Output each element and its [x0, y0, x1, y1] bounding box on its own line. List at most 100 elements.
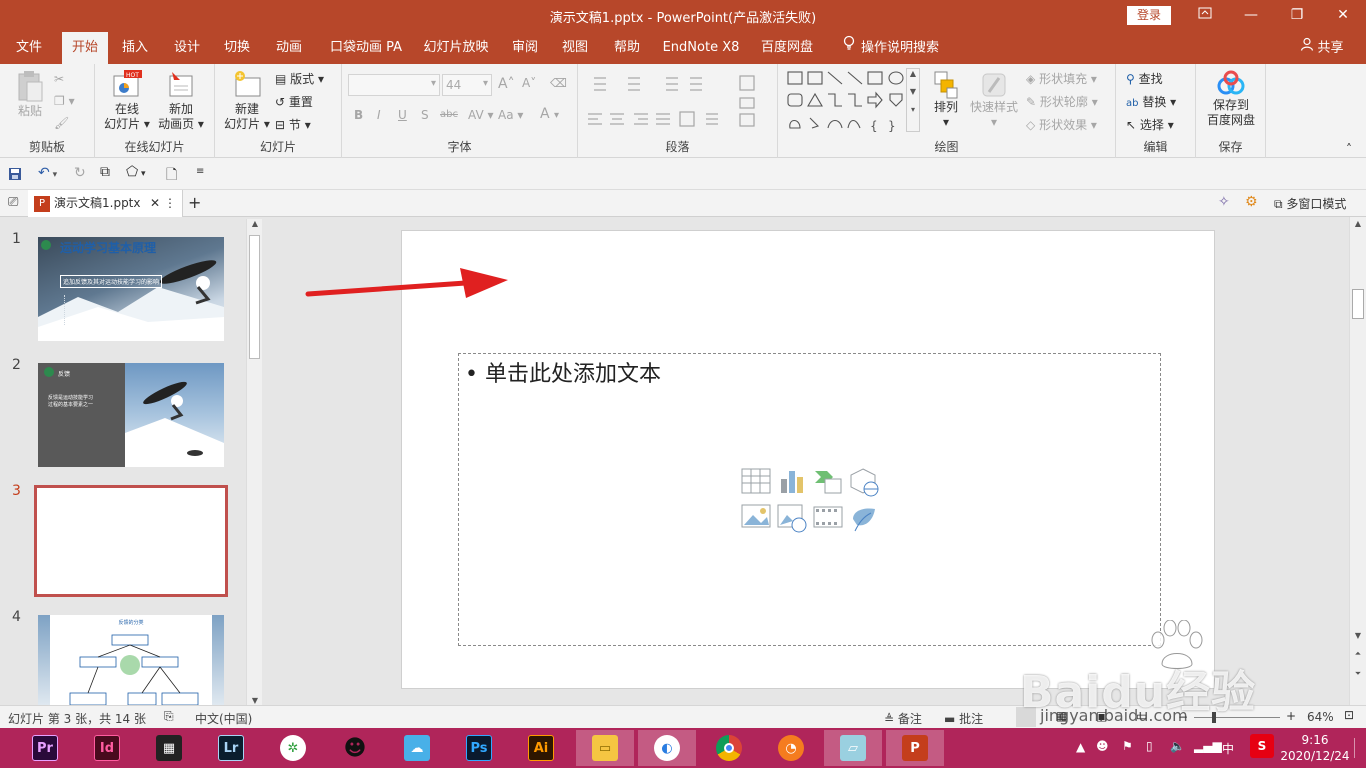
slide-thumbnail-4[interactable]: 反馈的分类 — [38, 615, 224, 705]
grow-font-icon[interactable]: A˄ — [498, 76, 515, 92]
language-status[interactable]: 中文(中国) — [195, 710, 252, 727]
thumbnail-scrollbar[interactable]: ▲ ▼ — [246, 219, 262, 705]
save-icon[interactable] — [8, 167, 22, 181]
insert-chart-icon[interactable] — [777, 467, 807, 495]
font-size-combo[interactable]: 44 ▾ — [442, 74, 492, 96]
previous-slide-icon[interactable]: ⏶ — [1350, 649, 1366, 659]
shapes-gallery[interactable]: {} — [786, 70, 926, 136]
tab-insert[interactable]: 插入 — [114, 32, 156, 64]
slide-thumbnail-2[interactable]: 反馈 反馈是运动技能学习 过程的基本要素之一 — [38, 363, 224, 467]
ribbon-display-options-icon[interactable] — [1182, 0, 1228, 32]
arrange-button[interactable]: 排列 ▾ — [928, 70, 964, 130]
app-taskbar-button[interactable]: ✲ — [264, 730, 322, 766]
close-tab-icon[interactable]: ✕ — [150, 190, 160, 217]
tab-help[interactable]: 帮助 — [606, 32, 648, 64]
tab-review[interactable]: 审阅 — [504, 32, 546, 64]
tab-view[interactable]: 视图 — [554, 32, 596, 64]
insert-online-picture-icon[interactable] — [777, 503, 807, 533]
change-case-button[interactable]: Aa ▾ — [498, 108, 523, 122]
zoom-level[interactable]: 64% — [1307, 710, 1334, 724]
shapes-gallery-scroll[interactable]: ▲ ▼ ▾ — [906, 68, 920, 132]
notes-app-taskbar-button[interactable]: ▱ — [824, 730, 882, 766]
network-error-icon[interactable]: ⚑ — [1122, 739, 1133, 753]
video-editor-taskbar-button[interactable]: ▦ — [140, 730, 198, 766]
photoshop-taskbar-button[interactable]: Ps — [450, 730, 508, 766]
document-tab[interactable]: P 演示文稿1.pptx ✕ ⋮ — [28, 190, 183, 217]
illustrator-taskbar-button[interactable]: Ai — [512, 730, 570, 766]
sogou-input-icon[interactable]: S — [1250, 734, 1274, 758]
quick-styles-button[interactable]: 快速样式 ▾ — [968, 70, 1020, 130]
slide-thumbnail-1[interactable]: 运动学习基本原理 追加反馈及其对运动技能学习的影响 — [38, 237, 224, 341]
online-slide-button[interactable]: HOT 在线 幻灯片 ▾ — [101, 68, 153, 132]
premiere-taskbar-button[interactable]: Pr — [16, 730, 74, 766]
underline-button[interactable]: U — [398, 108, 407, 122]
powerpoint-taskbar-button[interactable]: P — [886, 730, 944, 766]
magic-wand-icon[interactable]: ✧ — [1218, 194, 1230, 210]
qq-taskbar-button[interactable]: ☻ — [326, 730, 384, 766]
spell-check-icon[interactable]: ⎘ — [164, 709, 174, 724]
section-button[interactable]: ⊟ 节 ▾ — [275, 116, 311, 133]
placeholder-text[interactable]: • 单击此处添加文本 — [465, 356, 661, 388]
font-size-dropdown-icon[interactable]: ▾ — [483, 78, 488, 89]
strikethrough-button[interactable]: abc — [440, 109, 458, 120]
zoom-in-icon[interactable]: + — [1286, 709, 1296, 723]
insert-icon-icon[interactable] — [849, 503, 879, 533]
slideshow-from-start-icon[interactable]: ⧉ — [100, 164, 110, 180]
new-animation-page-button[interactable]: 新加 动画页 ▾ — [155, 68, 207, 132]
thumbnail-scroll-thumb[interactable] — [249, 235, 260, 359]
tab-slideshow[interactable]: 幻灯片放映 — [418, 32, 494, 64]
fit-to-window-icon[interactable]: ⊡ — [1344, 708, 1354, 722]
minimize-button[interactable]: — — [1228, 0, 1274, 32]
lightroom-taskbar-button[interactable]: Lr — [202, 730, 260, 766]
collapse-ribbon-icon[interactable]: ˄ — [1346, 142, 1352, 156]
shadow-button[interactable]: S — [421, 108, 429, 122]
slide-scroll-thumb[interactable] — [1352, 289, 1364, 319]
slide-thumbnail-3-selected[interactable] — [34, 485, 228, 597]
new-document-icon[interactable]: 🗋 — [166, 164, 177, 188]
layout-button[interactable]: ▤ 版式 ▾ — [275, 70, 324, 87]
show-desktop-button[interactable] — [1354, 738, 1364, 758]
file-explorer-taskbar-button[interactable]: ▭ — [576, 730, 634, 766]
restore-button[interactable]: ❐ — [1274, 0, 1320, 32]
cut-icon[interactable]: ✂ — [54, 72, 64, 86]
char-spacing-button[interactable]: AV ▾ — [468, 108, 494, 122]
comments-button[interactable]: ▬ 批注 — [944, 710, 983, 727]
shape-fill-button[interactable]: ◈ 形状填充 ▾ — [1026, 70, 1097, 87]
content-placeholder[interactable]: • 单击此处添加文本 — [458, 353, 1161, 646]
volume-icon[interactable]: 🔈 — [1170, 739, 1185, 753]
find-button[interactable]: ⚲ 查找 — [1126, 70, 1163, 87]
select-button[interactable]: ↖ 选择 ▾ — [1126, 116, 1174, 133]
shape-picker-icon[interactable]: ⬠ ▾ — [126, 164, 146, 180]
paste-button[interactable]: 粘贴 — [12, 70, 48, 119]
paragraph-tools-icon[interactable] — [584, 72, 770, 132]
shape-effects-button[interactable]: ◇ 形状效果 ▾ — [1026, 116, 1097, 133]
ime-indicator[interactable]: 中 — [1222, 740, 1234, 757]
notes-button[interactable]: ≜ 备注 — [884, 710, 922, 727]
chat-taskbar-button[interactable]: ☁ — [388, 730, 446, 766]
next-slide-icon[interactable]: ⏷ — [1350, 669, 1366, 679]
tab-baidu-netdisk[interactable]: 百度网盘 — [754, 32, 820, 64]
battery-icon[interactable]: ▯ — [1146, 739, 1153, 753]
copy-icon[interactable]: ❐ ▾ — [54, 94, 75, 108]
scroll-up-icon[interactable]: ▲ — [1350, 219, 1366, 228]
reset-button[interactable]: ↺ 重置 — [275, 93, 313, 110]
wifi-signal-icon[interactable]: ▂▄▆ — [1194, 739, 1222, 753]
multi-window-mode-button[interactable]: ⧉ 多窗口模式 — [1274, 195, 1346, 212]
undo-icon[interactable]: ↶ ▾ — [38, 165, 57, 181]
tab-animations[interactable]: 动画 — [268, 32, 310, 64]
customize-qat-icon[interactable]: ≡ — [196, 166, 204, 177]
slide-vertical-scrollbar[interactable]: ▲ ▼ ⏶ ⏷ — [1349, 217, 1366, 705]
font-name-combo[interactable]: ▾ — [348, 74, 440, 96]
shape-outline-button[interactable]: ✎ 形状轮廓 ▾ — [1026, 93, 1098, 110]
insert-picture-icon[interactable] — [741, 503, 771, 531]
close-button[interactable]: ✕ — [1320, 0, 1366, 32]
tab-pocket-animation[interactable]: 口袋动画 PA — [324, 32, 408, 64]
insert-3d-model-icon[interactable] — [849, 467, 879, 497]
tab-home[interactable]: 开始 — [62, 32, 108, 64]
indesign-taskbar-button[interactable]: Id — [78, 730, 136, 766]
clear-format-icon[interactable]: ⌫ — [550, 76, 567, 90]
browser-taskbar-button[interactable]: ◐ — [638, 730, 696, 766]
replace-button[interactable]: ab 替换 ▾ — [1126, 93, 1176, 110]
tab-more-icon[interactable]: ⋮ — [164, 190, 176, 217]
tab-endnote[interactable]: EndNote X8 — [658, 32, 744, 64]
